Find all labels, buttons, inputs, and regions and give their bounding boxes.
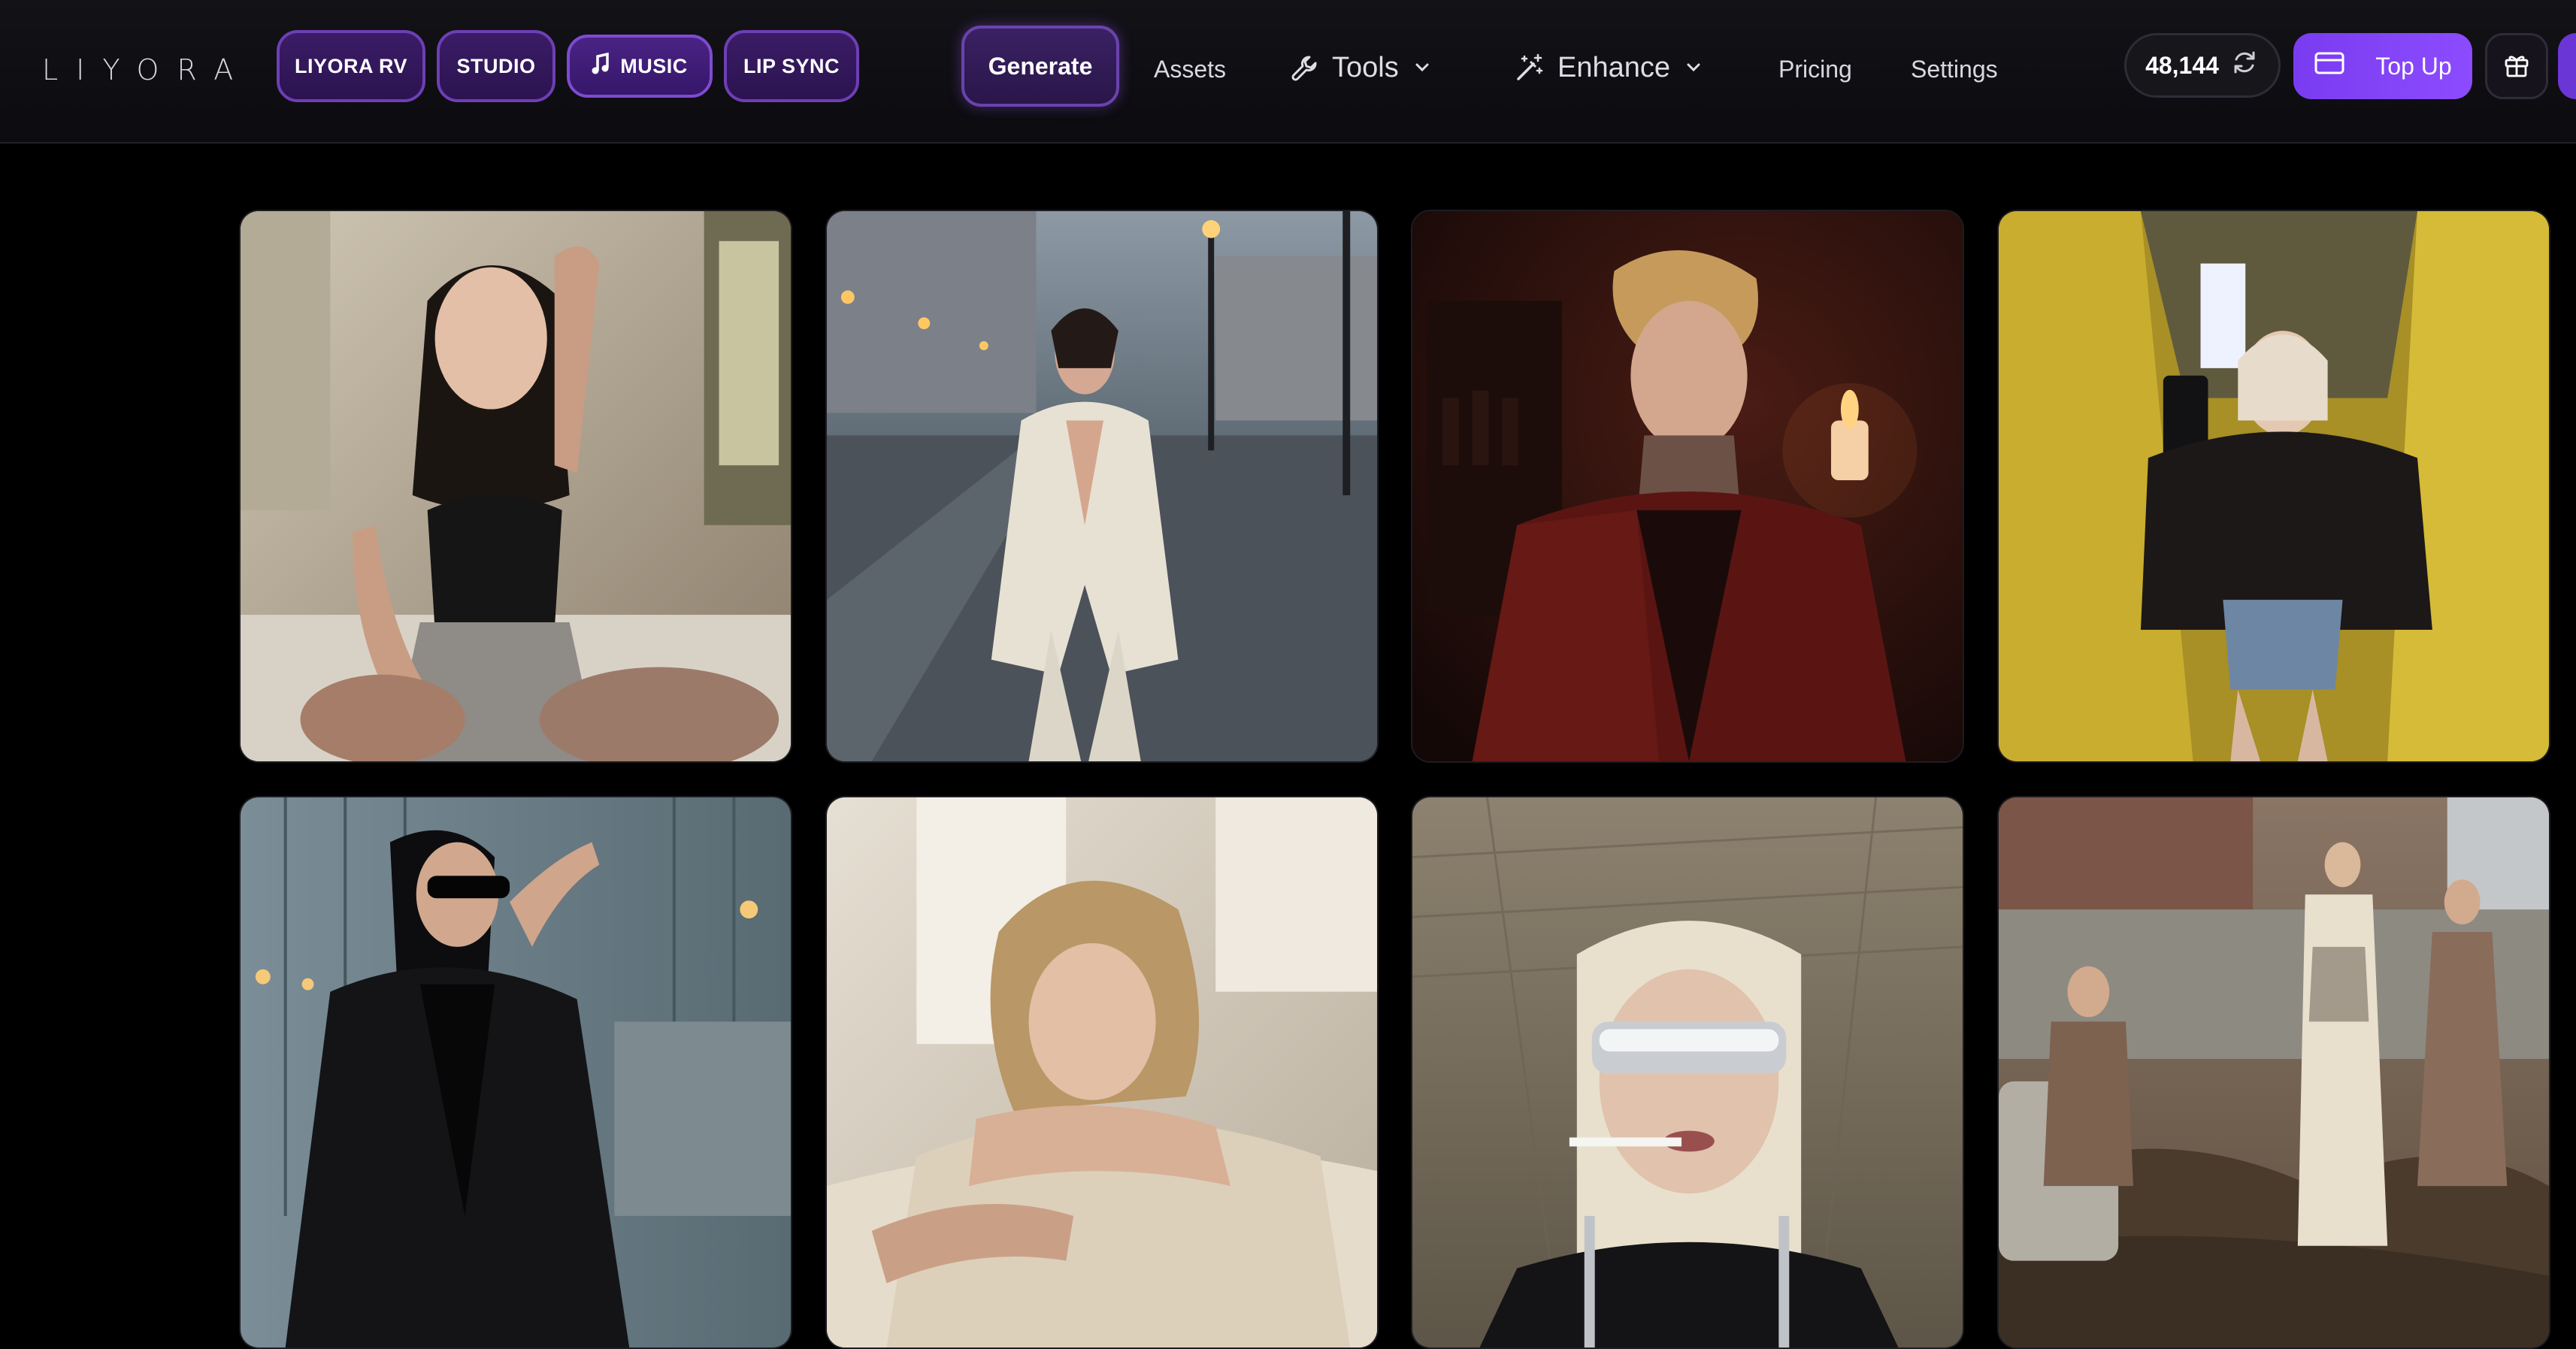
top-navigation-bar: LIYORA LIYORA RV STUDIO MUSIC LIP SYNC G… — [0, 0, 2576, 144]
gallery-image[interactable] — [825, 210, 1379, 763]
image-woman-sunglasses-black-coat — [241, 797, 791, 1347]
nav-dropdown-tools[interactable]: Tools — [1290, 44, 1433, 92]
nav-link-pricing[interactable]: Pricing — [1778, 47, 1852, 92]
image-three-women-construction-site — [1999, 797, 2549, 1347]
generate-button[interactable]: Generate — [961, 26, 1119, 107]
gallery-image[interactable] — [1997, 210, 2550, 763]
nav-dropdown-enhance[interactable]: Enhance — [1514, 44, 1705, 92]
gallery-image[interactable] — [1411, 210, 1964, 763]
nav-link-assets[interactable]: Assets — [1154, 47, 1226, 92]
tools-label: Tools — [1332, 51, 1399, 83]
profile-button[interactable] — [2558, 33, 2576, 99]
mode-pill-liyora-rv[interactable]: LIYORA RV — [277, 30, 425, 102]
chevron-down-icon — [1682, 56, 1705, 79]
generate-label: Generate — [988, 52, 1093, 80]
gift-icon — [2502, 50, 2532, 83]
mode-pill-label: MUSIC — [620, 54, 688, 77]
gallery-image[interactable] — [1997, 796, 2550, 1349]
image-woman-silver-visor-cigarette — [1412, 797, 1963, 1347]
mode-pill-label: STUDIO — [456, 54, 536, 77]
mode-pill-lip-sync[interactable]: LIP SYNC — [724, 30, 859, 102]
music-note-icon — [592, 52, 610, 80]
wrench-icon — [1290, 53, 1320, 83]
gallery-image[interactable] — [239, 210, 792, 763]
credit-balance[interactable]: 48,144 — [2124, 33, 2281, 98]
gallery-image[interactable] — [825, 796, 1379, 1349]
image-blonde-woman-lying-on-fur — [827, 797, 1377, 1347]
magic-wand-icon — [1514, 52, 1545, 83]
nav-link-settings[interactable]: Settings — [1911, 47, 1998, 92]
credit-count: 48,144 — [2145, 51, 2219, 79]
mode-pill-studio[interactable]: STUDIO — [437, 30, 555, 102]
chevron-down-icon — [1411, 56, 1433, 79]
image-blond-man-red-plaid-jacket — [1412, 211, 1963, 761]
credit-card-icon — [2314, 50, 2345, 82]
gallery-image[interactable] — [239, 796, 792, 1349]
refresh-icon[interactable] — [2229, 47, 2260, 83]
mode-pill-label: LIYORA RV — [294, 54, 408, 77]
mode-pill-label: LIP SYNC — [743, 54, 840, 77]
image-woman-white-suit-rainy-street — [827, 211, 1377, 761]
top-up-label: Top Up — [2375, 52, 2452, 80]
gallery-image[interactable] — [1411, 796, 1964, 1349]
page-subtitle-cut — [1128, 131, 1654, 146]
image-woman-leather-jacket-selfie-yellow-hallway — [1999, 211, 2549, 761]
brand-logo[interactable]: LIYORA — [42, 47, 251, 93]
mode-pill-music[interactable]: MUSIC — [567, 35, 713, 98]
gift-button[interactable] — [2485, 33, 2548, 99]
image-tattooed-woman-bedroom — [241, 211, 791, 761]
top-up-button[interactable]: Top Up — [2293, 33, 2472, 99]
enhance-label: Enhance — [1557, 51, 1671, 83]
